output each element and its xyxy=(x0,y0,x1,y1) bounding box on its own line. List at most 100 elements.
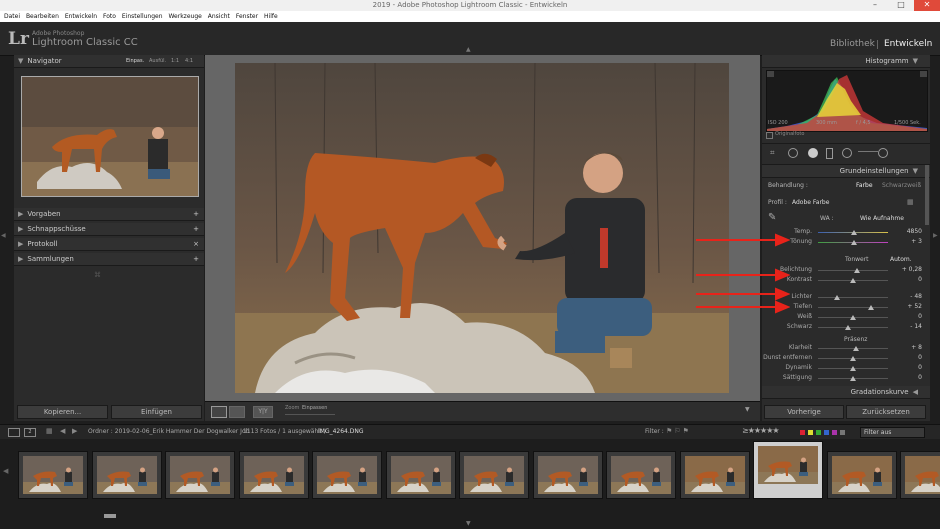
filmstrip-thumbnail[interactable] xyxy=(532,451,603,499)
original-photo-checkbox[interactable] xyxy=(766,132,773,139)
slider-thumb[interactable] xyxy=(852,346,859,351)
back-arrow-icon[interactable]: ◀ xyxy=(60,427,65,435)
navigator-header[interactable]: ▼ Navigator Einpas. Ausfül. 1:1 4:1 xyxy=(14,55,204,68)
toolbar-menu-icon[interactable]: ▼ xyxy=(745,406,750,413)
slider-value[interactable]: 0 xyxy=(894,364,922,371)
close-icon[interactable]: ✕ xyxy=(914,0,940,11)
module-bibliothek[interactable]: Bibliothek xyxy=(830,39,875,49)
graduated-filter-icon[interactable] xyxy=(826,148,833,159)
slider-thumb[interactable] xyxy=(868,305,875,310)
filmstrip-thumbnail[interactable] xyxy=(18,451,88,499)
crop-tool-icon[interactable]: ⌗ xyxy=(770,148,775,158)
filmstrip-thumbnail[interactable] xyxy=(165,451,235,499)
copy-settings-button[interactable]: Kopieren... xyxy=(17,405,108,419)
menu-einstellungen[interactable]: Einstellungen xyxy=(122,11,163,22)
grid-view-icon[interactable]: ▦ xyxy=(46,427,53,435)
history-header[interactable]: ▶ Protokoll × xyxy=(14,238,204,251)
module-entwickeln[interactable]: Entwickeln xyxy=(884,39,932,49)
wb-value[interactable]: Wie Aufnahme xyxy=(860,215,904,222)
filmstrip-thumbnail[interactable] xyxy=(900,451,940,499)
forward-arrow-icon[interactable]: ▶ xyxy=(72,427,77,435)
add-collection-icon[interactable]: + xyxy=(193,253,199,265)
filmstrip-thumbnail[interactable] xyxy=(606,451,676,499)
filmstrip-thumbnail[interactable] xyxy=(753,441,823,499)
filter-select[interactable]: Filter aus xyxy=(860,427,925,438)
treatment-color[interactable]: Farbe xyxy=(856,182,873,189)
add-preset-icon[interactable]: + xyxy=(193,208,199,220)
filmstrip-thumbnail[interactable] xyxy=(385,451,456,499)
adjustment-brush-icon[interactable] xyxy=(878,148,888,158)
menu-hilfe[interactable]: Hilfe xyxy=(264,11,278,22)
filmstrip-thumbnail[interactable] xyxy=(826,451,897,499)
color-label-filter[interactable] xyxy=(800,429,850,435)
minimize-icon[interactable]: – xyxy=(862,0,888,11)
filmstrip-left-icon[interactable]: ◀ xyxy=(3,467,8,475)
basic-header[interactable]: Grundeinstellungen ▼ xyxy=(762,165,930,178)
slider-track[interactable] xyxy=(818,327,888,328)
slider-track[interactable] xyxy=(818,297,888,298)
zoom-fit[interactable]: Einpas. xyxy=(126,55,144,67)
main-window-icon[interactable] xyxy=(8,428,20,437)
profile-value[interactable]: Adobe Farbe xyxy=(792,199,829,206)
slider-thumb[interactable] xyxy=(851,230,858,235)
filmstrip-scrollbar[interactable] xyxy=(104,514,116,518)
add-snapshot-icon[interactable]: + xyxy=(193,223,199,235)
histogram-header[interactable]: Histogramm ▼ xyxy=(762,55,930,68)
loupe-view-icon[interactable] xyxy=(211,406,227,418)
menu-foto[interactable]: Foto xyxy=(103,11,116,22)
slider-value[interactable]: + 52 xyxy=(894,303,922,310)
snapshots-header[interactable]: ▶ Schnappschüsse + xyxy=(14,223,204,236)
menu-datei[interactable]: Datei xyxy=(4,11,20,22)
slider-value[interactable]: + 3 xyxy=(894,238,922,245)
zoom-slider[interactable] xyxy=(285,414,335,415)
right-panel-toggle-icon[interactable]: ▶ xyxy=(933,232,938,239)
reset-button[interactable]: Zurücksetzen xyxy=(846,405,926,419)
filmstrip-thumbnail[interactable] xyxy=(238,451,309,499)
slider-value[interactable]: 0 xyxy=(894,276,922,283)
slider-value[interactable]: - 14 xyxy=(894,323,922,330)
auto-tone-button[interactable]: Autom. xyxy=(890,256,912,263)
filename[interactable]: IMG_4264.DNG xyxy=(318,428,364,435)
slider-thumb[interactable] xyxy=(850,356,856,361)
before-after-view-icon[interactable] xyxy=(229,406,245,418)
menu-ansicht[interactable]: Ansicht xyxy=(208,11,230,22)
profile-browser-icon[interactable]: ▦ xyxy=(907,198,914,206)
collections-header[interactable]: ▶ Sammlungen + xyxy=(14,253,204,266)
spot-removal-icon[interactable] xyxy=(788,148,798,158)
slider-value[interactable]: 4850 xyxy=(894,228,922,235)
previous-button[interactable]: Vorherige xyxy=(764,405,844,419)
red-eye-icon[interactable] xyxy=(808,148,818,158)
paste-settings-button[interactable]: Einfügen xyxy=(111,405,202,419)
menu-fenster[interactable]: Fenster xyxy=(236,11,258,22)
filmstrip-thumbnail[interactable] xyxy=(312,451,382,499)
slider-value[interactable]: + 0,28 xyxy=(894,266,922,273)
presets-header[interactable]: ▶ Vorgaben + xyxy=(14,208,204,221)
menu-werkzeuge[interactable]: Werkzeuge xyxy=(168,11,201,22)
zoom-1-1[interactable]: 1:1 xyxy=(171,55,179,67)
star-filter-icon[interactable]: ≥★★★★★ xyxy=(742,426,780,435)
slider-track[interactable] xyxy=(818,307,888,308)
slider-thumb[interactable] xyxy=(851,240,858,245)
clear-history-icon[interactable]: × xyxy=(193,238,199,250)
slider-value[interactable]: - 48 xyxy=(894,293,922,300)
right-panel-scrollbar[interactable] xyxy=(925,165,929,225)
before-after-toggle-icon[interactable]: Y|Y xyxy=(253,406,273,418)
slider-thumb[interactable] xyxy=(833,295,840,300)
zoom-4-1[interactable]: 4:1 xyxy=(185,55,193,67)
slider-thumb[interactable] xyxy=(850,366,856,371)
second-window-icon[interactable]: 2 xyxy=(24,428,36,437)
slider-thumb[interactable] xyxy=(850,376,856,381)
tone-curve-header[interactable]: Gradationskurve ◀ xyxy=(762,386,930,399)
slider-value[interactable]: 0 xyxy=(894,354,922,361)
slider-thumb[interactable] xyxy=(850,315,856,320)
filmstrip-thumbnail[interactable] xyxy=(459,451,529,499)
treatment-bw[interactable]: Schwarzweiß xyxy=(882,182,921,189)
slider-value[interactable]: + 8 xyxy=(894,344,922,351)
slider-value[interactable]: 0 xyxy=(894,313,922,320)
slider-value[interactable]: 0 xyxy=(894,374,922,381)
slider-thumb[interactable] xyxy=(850,278,856,283)
slider-thumb[interactable] xyxy=(853,268,860,273)
collapse-top-icon[interactable]: ▲ xyxy=(466,46,471,53)
zoom-fill[interactable]: Ausfül. xyxy=(149,55,166,67)
navigator-preview[interactable] xyxy=(21,76,199,197)
